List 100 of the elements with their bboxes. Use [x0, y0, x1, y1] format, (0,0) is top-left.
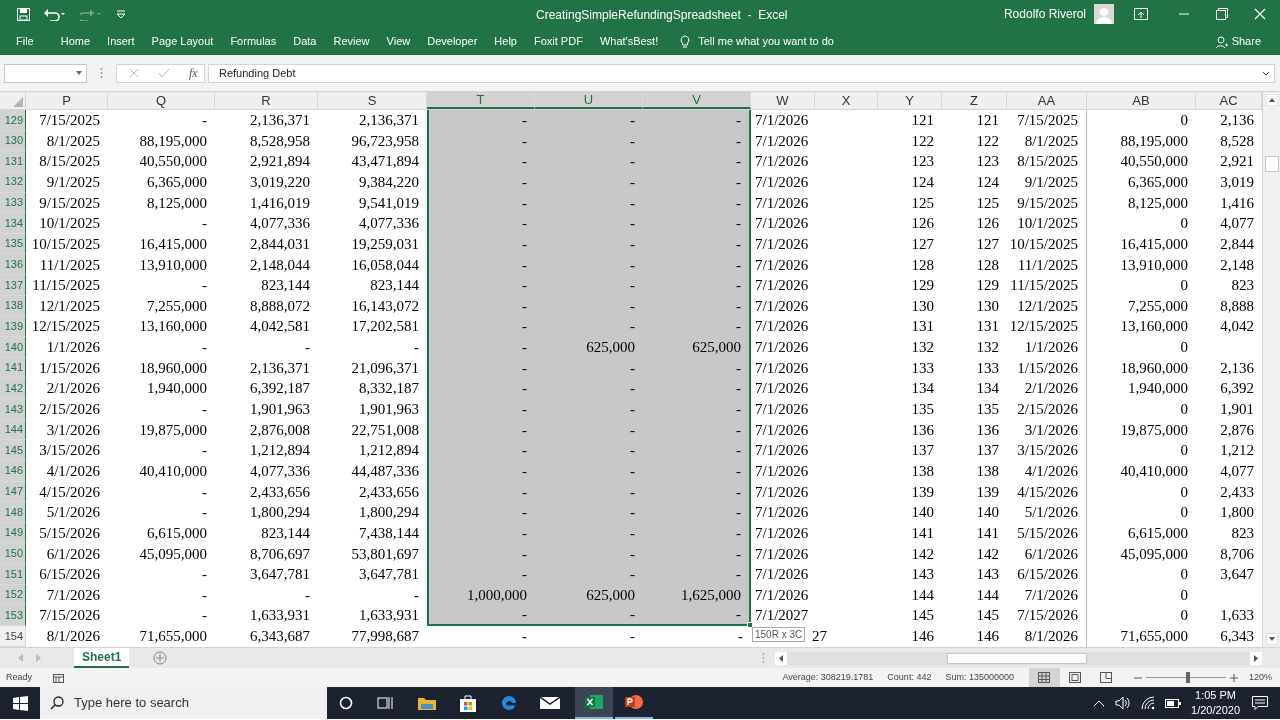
excel-taskbar-button[interactable] — [575, 687, 613, 719]
battery-icon[interactable] — [1165, 698, 1182, 708]
row-header[interactable]: 150 — [0, 543, 26, 565]
row-header[interactable]: 149 — [0, 522, 26, 544]
save-icon[interactable] — [17, 7, 30, 21]
taskbar-search-field[interactable]: Type here to search — [40, 687, 327, 719]
row-header[interactable]: 131 — [0, 151, 26, 172]
cell-text: - — [201, 276, 208, 296]
ribbon-tab[interactable]: Insert — [107, 33, 135, 50]
enter-check-icon[interactable] — [158, 68, 170, 78]
row-header[interactable]: 136 — [0, 254, 26, 276]
ribbon-tab[interactable]: Data — [293, 33, 317, 50]
row-header[interactable]: 151 — [0, 564, 26, 585]
column-header[interactable]: W — [751, 92, 815, 109]
ribbon-display-icon[interactable] — [1134, 8, 1148, 20]
row-header[interactable]: 142 — [0, 378, 26, 399]
scroll-right-icon[interactable] — [1250, 651, 1262, 665]
notification-icon[interactable] — [1252, 696, 1268, 710]
scroll-left-icon[interactable] — [775, 651, 787, 665]
ribbon-tab[interactable]: What'sBest! — [599, 33, 659, 50]
row-header[interactable]: 132 — [0, 171, 26, 193]
share-button[interactable]: Share — [1215, 33, 1261, 50]
lightbulb-icon[interactable] — [680, 34, 691, 49]
zoom-slider-thumb[interactable] — [1185, 672, 1190, 683]
customize-icon[interactable] — [116, 10, 126, 18]
row-header[interactable]: 133 — [0, 192, 26, 214]
row-header[interactable]: 140 — [0, 337, 26, 358]
ribbon-tab[interactable]: Review — [333, 33, 370, 50]
column-header[interactable]: U — [535, 92, 643, 109]
column-header[interactable]: Q — [108, 92, 215, 109]
cell-text: 1/15/2026 — [38, 358, 101, 378]
fill-handle[interactable] — [747, 622, 753, 628]
folder-icon[interactable] — [418, 696, 436, 710]
row-header[interactable]: 137 — [0, 275, 26, 296]
taskbar-clock[interactable]: 1:05 PM 1/20/2020 — [1191, 688, 1240, 718]
close-icon[interactable] — [1254, 8, 1266, 20]
row-header[interactable]: 138 — [0, 295, 26, 317]
ribbon-tab[interactable]: File — [16, 33, 34, 50]
row-header[interactable]: 146 — [0, 460, 26, 482]
row-header[interactable]: 154 — [0, 626, 26, 647]
expand-caret-icon[interactable] — [1262, 70, 1270, 76]
column-header[interactable]: X — [815, 92, 878, 109]
edge-browser-icon[interactable] — [501, 695, 517, 711]
store-bag-icon[interactable] — [459, 694, 477, 712]
horizontal-scroll-thumb[interactable] — [947, 652, 1087, 664]
cell-text: 8,332,187 — [358, 379, 420, 399]
row-header[interactable]: 141 — [0, 357, 26, 379]
formula-field[interactable]: Refunding Debt — [208, 63, 1275, 83]
ribbon-tab[interactable]: Help — [494, 33, 517, 50]
row-header[interactable]: 143 — [0, 398, 26, 420]
cell: - — [427, 378, 535, 399]
ribbon-tab[interactable]: Developer — [427, 33, 478, 50]
sheet-tab[interactable]: Sheet1 — [74, 648, 130, 668]
ribbon-tab[interactable]: Foxit PDF — [533, 33, 583, 50]
view-button[interactable] — [1028, 668, 1060, 687]
mail-icon[interactable] — [540, 696, 560, 710]
row-header[interactable]: 147 — [0, 481, 26, 503]
row-header[interactable]: 148 — [0, 502, 26, 523]
column-header[interactable]: P — [26, 92, 108, 109]
undo-icon[interactable] — [44, 7, 66, 21]
task-view-icon[interactable] — [377, 696, 393, 710]
windows-start-icon[interactable] — [13, 695, 28, 711]
ribbon-tab[interactable]: View — [386, 33, 411, 50]
speaker-icon[interactable] — [1115, 696, 1132, 710]
row-header[interactable]: 130 — [0, 130, 26, 152]
row-header[interactable]: 145 — [0, 440, 26, 461]
row-header[interactable]: 144 — [0, 419, 26, 441]
scroll-down-icon[interactable] — [1265, 633, 1278, 645]
cell: - — [535, 419, 643, 441]
scroll-up-icon[interactable] — [1265, 94, 1278, 106]
macro-record-icon[interactable] — [53, 672, 64, 683]
ribbon-tab[interactable]: Formulas — [230, 33, 277, 50]
zoom-in-icon[interactable] — [1229, 673, 1238, 682]
row-header[interactable]: 153 — [0, 605, 26, 626]
column-header[interactable]: R — [215, 92, 318, 109]
ribbon-tab[interactable]: Page Layout — [151, 33, 214, 50]
column-header[interactable]: Y — [878, 92, 942, 109]
cell-text: 7/1/2026 — [754, 585, 810, 605]
column-header[interactable]: AB — [1087, 92, 1196, 109]
restore-icon[interactable] — [1216, 8, 1228, 20]
cell-text: 133 — [975, 358, 1000, 378]
cortana-circle-icon[interactable] — [339, 696, 353, 710]
column-header[interactable]: V — [643, 92, 751, 109]
ribbon-tab[interactable]: Home — [60, 33, 91, 50]
cell-text: 9,384,220 — [358, 173, 420, 192]
vertical-scroll-thumb[interactable] — [1264, 156, 1279, 172]
tell-me-search[interactable]: Tell me what you want to do — [698, 33, 834, 50]
column-header[interactable]: T — [427, 92, 535, 109]
row-header[interactable]: 135 — [0, 233, 26, 255]
insert-function-button[interactable]: fx — [189, 64, 198, 82]
row-header[interactable]: 152 — [0, 584, 26, 606]
column-header[interactable]: AA — [1007, 92, 1087, 109]
row-header[interactable]: 139 — [0, 316, 26, 338]
column-header[interactable]: Z — [942, 92, 1007, 109]
cell-text: 0 — [1179, 214, 1189, 234]
tray-expand-icon[interactable] — [1093, 699, 1106, 707]
zoom-level[interactable]: 120% — [1248, 670, 1272, 685]
row-header[interactable]: 134 — [0, 213, 26, 234]
wifi-icon[interactable] — [1141, 696, 1156, 710]
row-header[interactable]: 129 — [0, 110, 26, 131]
